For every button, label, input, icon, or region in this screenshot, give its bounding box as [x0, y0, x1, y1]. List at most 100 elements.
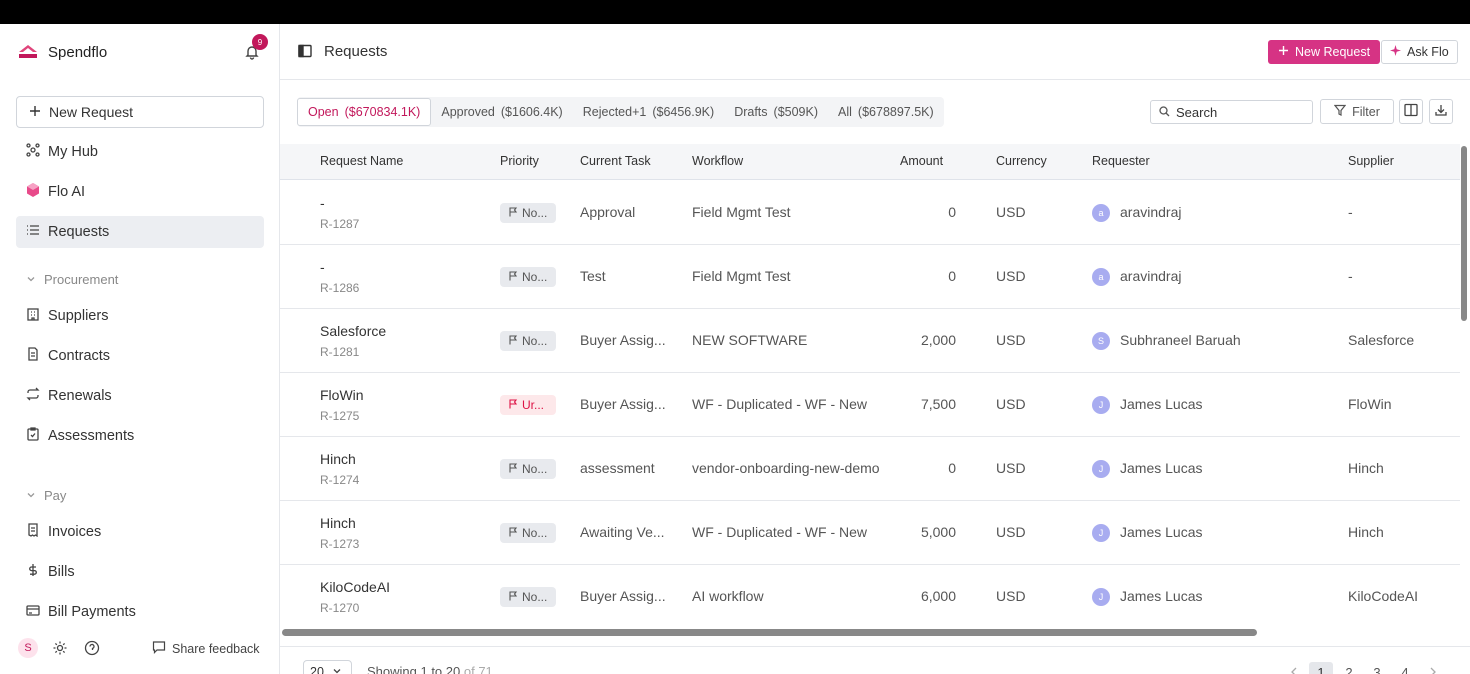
sidebar-item-contracts[interactable]: Contracts	[16, 340, 264, 372]
vertical-scrollbar[interactable]	[1461, 146, 1467, 321]
flag-icon	[508, 398, 518, 412]
sidebar-item-label: Bill Payments	[48, 604, 136, 620]
ask-flo-button[interactable]: Ask Flo	[1381, 40, 1458, 64]
request-id: R-1274	[320, 473, 360, 487]
table-row[interactable]: - R-1286 No... Test Field Mgmt Test 0 USD a arav…	[280, 245, 1460, 309]
sidebar-item-bill-payments[interactable]: Bill Payments	[16, 596, 264, 628]
request-name[interactable]: Hinch	[320, 515, 356, 531]
workflow: WF - Duplicated - WF - New	[692, 396, 868, 412]
page-size-select[interactable]: 20	[303, 660, 352, 674]
tab-count: ($670834.1K)	[344, 105, 421, 119]
section-label: Procurement	[44, 272, 119, 287]
request-name[interactable]: Salesforce	[320, 323, 386, 339]
column-header-currency[interactable]: Currency	[996, 154, 1047, 168]
requester-avatar: a	[1092, 268, 1110, 286]
tab-drafts[interactable]: Drafts ($509K)	[724, 98, 828, 126]
download-button[interactable]	[1429, 99, 1453, 124]
brand[interactable]: Spendflo	[18, 42, 107, 62]
table-row[interactable]: - R-1287 No... Approval Field Mgmt Test 0 USD a…	[280, 181, 1460, 245]
table-row[interactable]: FloWin R-1275 Ur... Buyer Assig... WF - Dupl…	[280, 373, 1460, 437]
table-header: Request Name Priority Current Task Workf…	[280, 144, 1460, 180]
sidebar-item-suppliers[interactable]: Suppliers	[16, 300, 264, 332]
request-id: R-1286	[320, 281, 360, 295]
requests-table: Request Name Priority Current Task Workf…	[280, 144, 1460, 628]
tab-count: ($509K)	[773, 105, 819, 119]
column-header-requester[interactable]: Requester	[1092, 154, 1150, 168]
currency: USD	[996, 588, 1026, 604]
currency: USD	[996, 268, 1026, 284]
tab-label: Open	[308, 105, 339, 119]
column-header-current-task[interactable]: Current Task	[580, 154, 651, 168]
requester-avatar: J	[1092, 460, 1110, 478]
request-name[interactable]: FloWin	[320, 387, 364, 403]
new-request-button[interactable]: New Request	[1268, 40, 1381, 64]
showing-total: of 71	[463, 664, 493, 674]
flag-icon	[508, 270, 518, 284]
search-input[interactable]: Search	[1150, 100, 1313, 124]
currency: USD	[996, 204, 1026, 220]
table-row[interactable]: Hinch R-1273 No... Awaiting Ve... WF - Dupli…	[280, 501, 1460, 565]
section-procurement[interactable]: Procurement	[26, 272, 118, 287]
sidebar-item-bills[interactable]: Bills	[16, 556, 264, 588]
request-id: R-1275	[320, 409, 360, 423]
filter-button[interactable]: Filter	[1320, 99, 1394, 124]
sidebar-item-invoices[interactable]: Invoices	[16, 516, 264, 548]
table-row[interactable]: Salesforce R-1281 No... Buyer Assig... NEW S…	[280, 309, 1460, 373]
tab-count: ($678897.5K)	[857, 105, 934, 119]
help-icon[interactable]	[84, 640, 100, 656]
request-name[interactable]: -	[320, 195, 325, 211]
column-header-priority[interactable]: Priority	[500, 154, 539, 168]
page-button[interactable]: 1	[1309, 662, 1333, 674]
tab-all[interactable]: All ($678897.5K)	[828, 98, 944, 126]
request-name[interactable]: -	[320, 259, 325, 275]
page-button[interactable]: 2	[1337, 662, 1361, 674]
sidebar-item-my-hub[interactable]: My Hub	[16, 136, 264, 168]
tab-rejected[interactable]: Rejected+1 ($6456.9K)	[573, 98, 724, 126]
sidebar-new-request-button[interactable]: New Request	[16, 96, 264, 128]
table-row[interactable]: Hinch R-1274 No... assessment vendor-onboard…	[280, 437, 1460, 501]
priority-badge: No...	[500, 523, 556, 543]
sidebar-item-label: My Hub	[48, 144, 98, 160]
amount: 0	[948, 460, 956, 476]
current-task: Buyer Assig...	[580, 396, 666, 412]
sidebar-item-label: Suppliers	[48, 308, 109, 324]
chevron-down-icon	[26, 488, 36, 503]
sidebar-item-label: Assessments	[48, 428, 135, 444]
toggle-sidebar-icon[interactable]	[298, 44, 312, 58]
share-feedback-button[interactable]: Share feedback	[152, 640, 260, 657]
supplier: -	[1348, 268, 1353, 284]
column-header-workflow[interactable]: Workflow	[692, 154, 743, 168]
sidebar-item-assessments[interactable]: Assessments	[16, 420, 264, 452]
requester-name: James Lucas	[1120, 460, 1203, 476]
tab-approved[interactable]: Approved ($1606.4K)	[431, 98, 572, 126]
notification-count-badge: 9	[252, 34, 268, 50]
request-name[interactable]: Hinch	[320, 451, 356, 467]
sidebar-item-label: Requests	[48, 224, 110, 240]
sidebar: Spendflo 9 New Request My Hub Flo AI Req…	[0, 24, 280, 674]
column-header-request-name[interactable]: Request Name	[320, 154, 403, 168]
requester-avatar: J	[1092, 396, 1110, 414]
column-header-amount[interactable]: Amount	[900, 154, 943, 168]
sidebar-item-requests[interactable]: Requests	[16, 216, 264, 248]
currency: USD	[996, 460, 1026, 476]
supplier: -	[1348, 204, 1353, 220]
building-icon	[26, 307, 40, 325]
section-pay[interactable]: Pay	[26, 488, 66, 503]
tab-open[interactable]: Open ($670834.1K)	[297, 98, 432, 126]
requester-avatar: J	[1092, 524, 1110, 542]
sidebar-item-renewals[interactable]: Renewals	[16, 380, 264, 412]
page-button[interactable]: 4	[1393, 662, 1417, 674]
horizontal-scrollbar[interactable]	[282, 629, 1257, 636]
page-button[interactable]: 3	[1365, 662, 1389, 674]
prev-page-chevron-left-icon[interactable]	[1282, 662, 1306, 674]
user-avatar[interactable]: S	[18, 638, 38, 658]
sidebar-item-flo-ai[interactable]: Flo AI	[16, 176, 264, 208]
clipboard-check-icon	[26, 427, 40, 445]
table-row[interactable]: KiloCodeAI R-1270 No... Buyer Assig... AI wo…	[280, 565, 1460, 628]
settings-gear-icon[interactable]	[52, 640, 68, 656]
column-header-supplier[interactable]: Supplier	[1348, 154, 1394, 168]
page-title: Requests	[324, 43, 388, 60]
request-name[interactable]: KiloCodeAI	[320, 579, 390, 595]
next-page-chevron-right-icon[interactable]	[1421, 662, 1445, 674]
columns-button[interactable]	[1399, 99, 1423, 124]
